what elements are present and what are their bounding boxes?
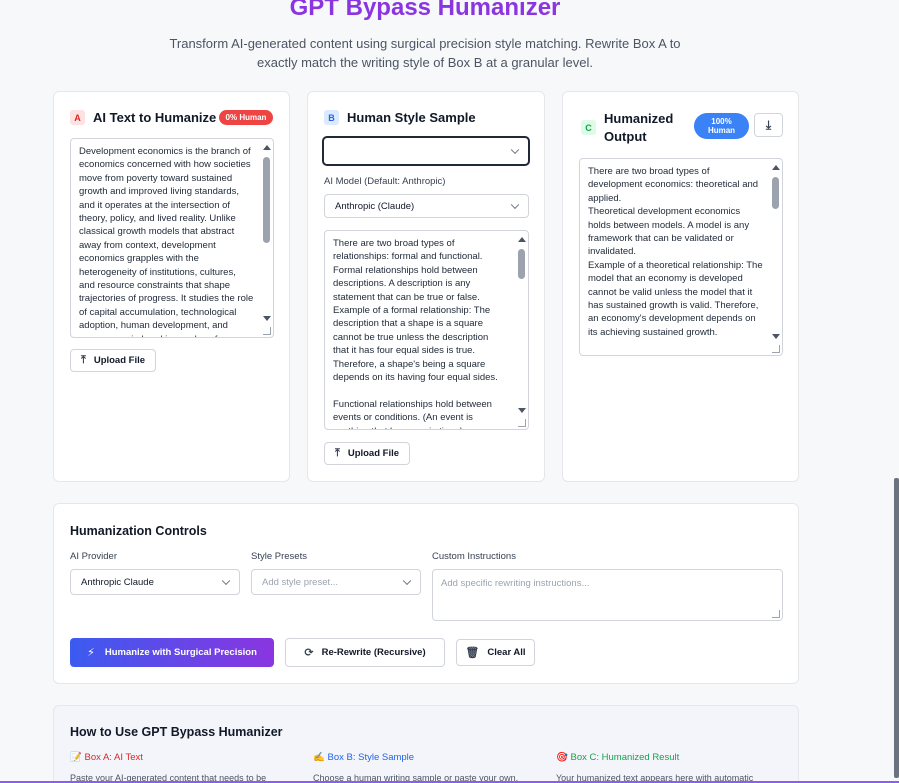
trash-icon: 🗑 <box>465 647 480 659</box>
box-a-title: AI Text to Humanize <box>93 110 217 125</box>
scroll-down-icon[interactable] <box>772 334 780 339</box>
box-b-letter: B <box>324 110 339 125</box>
humanize-button[interactable]: ⚡ Humanize with Surgical Precision <box>70 638 274 667</box>
rewrite-label: Re-Rewrite (Recursive) <box>321 647 426 658</box>
model-value: Anthropic (Claude) <box>335 200 415 212</box>
controls-card: Humanization Controls AI Provider Anthro… <box>53 503 799 684</box>
page-subtitle: Transform AI-generated content using sur… <box>169 36 681 70</box>
howto-box-a: 📝 Box A: AI Text Paste your AI-generated… <box>70 752 300 783</box>
chevron-down-icon <box>510 145 520 155</box>
box-a-letter: A <box>70 110 85 125</box>
style-sample-input[interactable]: There are two broad types of relationshi… <box>324 230 529 430</box>
lightning-icon: ⚡ <box>87 647 95 659</box>
scroll-up-icon[interactable] <box>263 145 271 150</box>
ai-text-input[interactable]: Development economics is the branch of e… <box>70 138 274 338</box>
resize-handle-icon[interactable] <box>263 327 271 335</box>
page-title: GPT Bypass Humanizer <box>289 0 561 21</box>
presets-label: Style Presets <box>251 551 307 562</box>
human-score-badge: 0% Human <box>219 110 273 125</box>
box-c-title: Humanized Output <box>604 111 674 144</box>
provider-label: AI Provider <box>70 551 117 562</box>
scroll-thumb[interactable] <box>518 249 525 279</box>
humanized-output[interactable]: There are two broad types of development… <box>579 158 783 356</box>
scroll-up-icon[interactable] <box>772 165 780 170</box>
refresh-icon: ⟳ <box>304 647 314 659</box>
scroll-up-icon[interactable] <box>518 237 526 242</box>
provider-value: Anthropic Claude <box>81 576 154 588</box>
ai-text-scrollbar[interactable] <box>262 143 271 323</box>
ai-text-content: Development economics is the branch of e… <box>79 146 254 337</box>
box-a-upload-button[interactable]: ⤒ Upload File <box>70 349 156 372</box>
controls-title: Humanization Controls <box>70 524 207 538</box>
style-sample-content: There are two broad types of relationshi… <box>333 238 498 429</box>
provider-select[interactable]: Anthropic Claude <box>70 569 240 595</box>
howto-heading: Box A: AI Text <box>84 752 143 763</box>
clear-label: Clear All <box>487 647 526 658</box>
writing-hand-icon: ✍️ <box>313 752 325 763</box>
model-select[interactable]: Anthropic (Claude) <box>324 194 529 218</box>
resize-handle-icon[interactable] <box>772 610 780 618</box>
box-c-letter: C <box>581 120 596 135</box>
howto-card: How to Use GPT Bypass Humanizer 📝 Box A:… <box>53 705 799 783</box>
style-sample-select[interactable] <box>322 136 530 166</box>
chevron-down-icon <box>402 576 412 586</box>
howto-title: How to Use GPT Bypass Humanizer <box>70 725 283 739</box>
style-presets-select[interactable]: Add style preset... <box>251 569 421 595</box>
custom-instructions-placeholder: Add specific rewriting instructions... <box>441 578 590 589</box>
memo-icon: 📝 <box>70 752 82 763</box>
humanized-output-content: There are two broad types of development… <box>588 166 763 355</box>
upload-label: Upload File <box>93 355 146 366</box>
scroll-thumb[interactable] <box>772 177 779 209</box>
upload-icon: ⤒ <box>80 354 86 366</box>
box-b-card: B Human Style Sample AI Model (Default: … <box>307 91 545 482</box>
resize-handle-icon[interactable] <box>518 419 526 427</box>
download-icon: ⤓ <box>765 117 772 132</box>
download-button[interactable]: ⤓ <box>754 113 783 137</box>
target-icon: 🎯 <box>556 752 568 763</box>
human-score-badge: 100% Human <box>694 113 749 139</box>
howto-box-c: 🎯 Box C: Humanized Result Your humanized… <box>556 752 786 783</box>
style-sample-scrollbar[interactable] <box>517 235 526 415</box>
page-scrollbar[interactable] <box>894 478 899 778</box>
custom-instructions-input[interactable]: Add specific rewriting instructions... <box>432 569 783 621</box>
scroll-down-icon[interactable] <box>518 408 526 413</box>
howto-heading: Box B: Style Sample <box>327 752 415 763</box>
scroll-down-icon[interactable] <box>263 316 271 321</box>
box-c-card: C Humanized Output 100% Human ⤓ There ar… <box>562 91 799 482</box>
humanize-label: Humanize with Surgical Precision <box>104 647 257 658</box>
rewrite-button[interactable]: ⟳ Re-Rewrite (Recursive) <box>285 638 445 667</box>
howto-heading: Box C: Humanized Result <box>570 752 680 763</box>
model-label: AI Model (Default: Anthropic) <box>324 176 446 187</box>
clear-all-button[interactable]: 🗑 Clear All <box>456 639 535 666</box>
scroll-thumb[interactable] <box>263 157 270 243</box>
upload-label: Upload File <box>347 448 400 459</box>
chevron-down-icon <box>221 576 231 586</box>
presets-placeholder: Add style preset... <box>262 576 339 588</box>
box-a-card: A AI Text to Humanize 0% Human Developme… <box>53 91 290 482</box>
output-scrollbar[interactable] <box>771 163 780 341</box>
howto-box-b: ✍️ Box B: Style Sample Choose a human wr… <box>313 752 543 783</box>
chevron-down-icon <box>510 200 520 210</box>
upload-icon: ⤒ <box>334 447 340 459</box>
custom-instructions-label: Custom Instructions <box>432 551 516 562</box>
resize-handle-icon[interactable] <box>772 345 780 353</box>
box-b-title: Human Style Sample <box>347 110 476 125</box>
box-b-upload-button[interactable]: ⤒ Upload File <box>324 442 410 465</box>
